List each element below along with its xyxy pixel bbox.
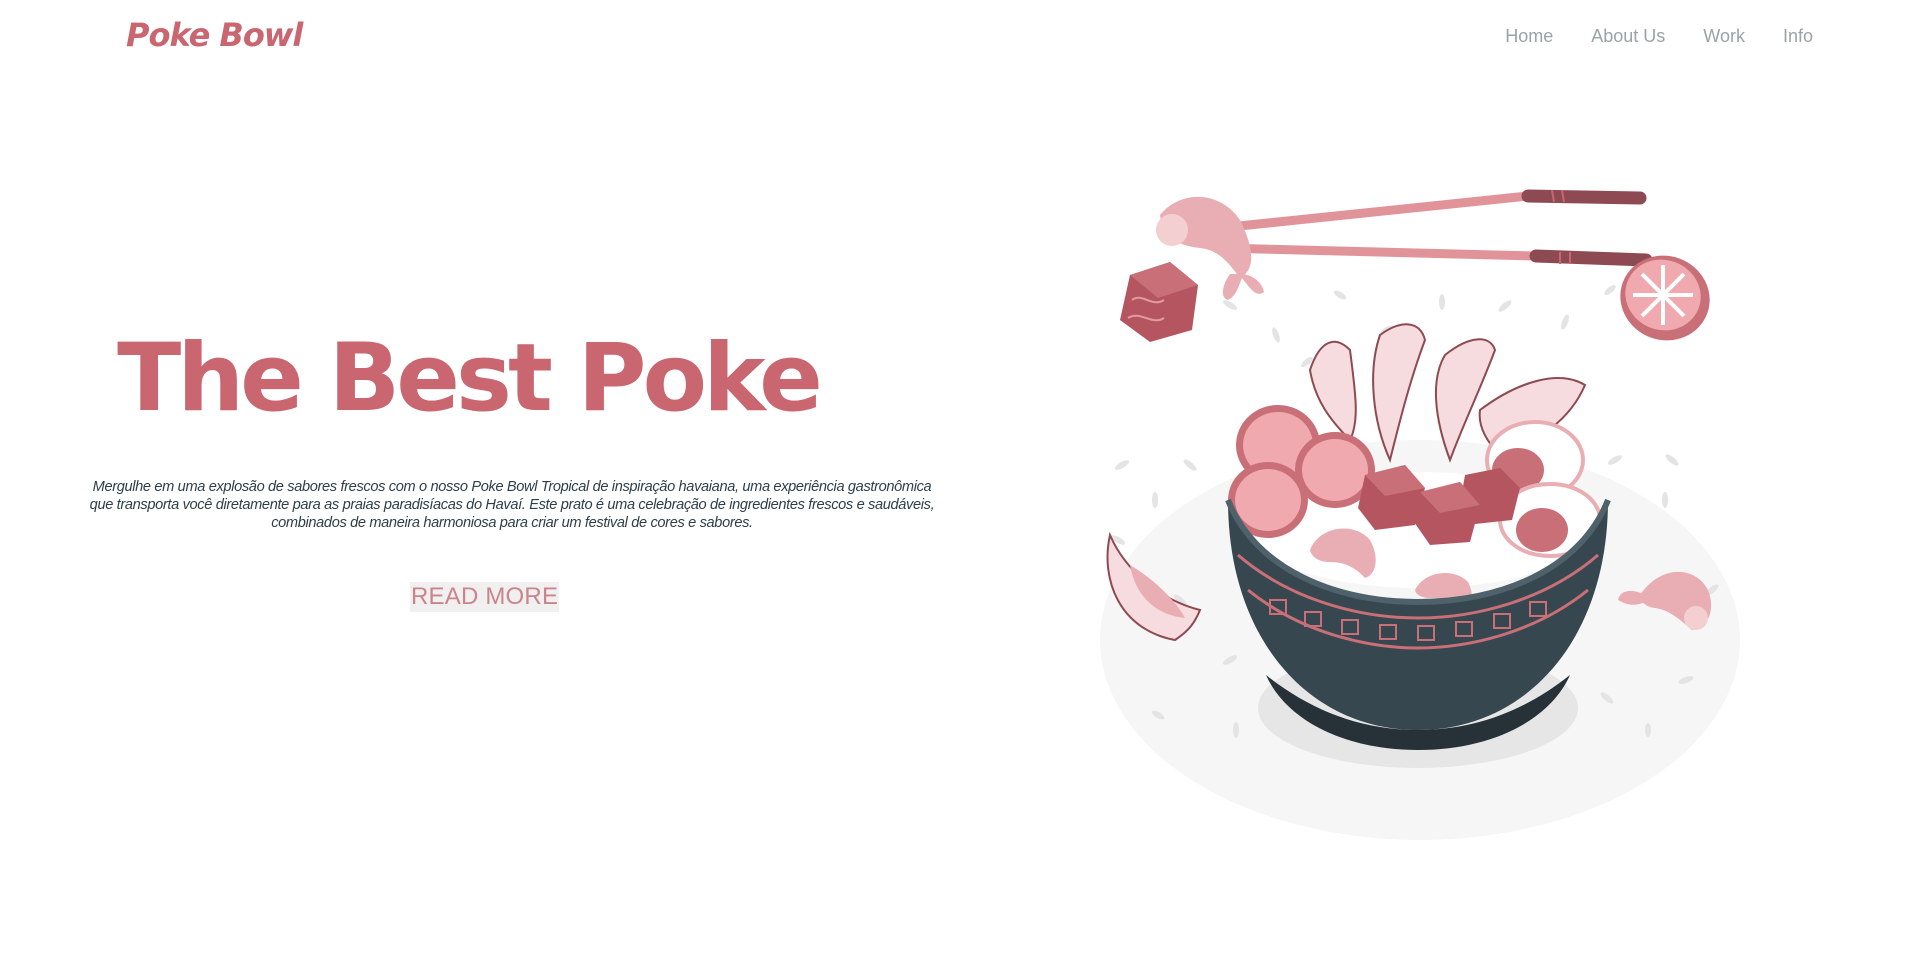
nav-info-link[interactable]: Info [1783,26,1813,47]
read-more-button[interactable]: READ MORE [410,582,560,612]
main-nav: Home About Us Work Info [1505,26,1813,47]
chopsticks [1215,189,1653,267]
nav-home-link[interactable]: Home [1505,26,1553,47]
hero-title: The Best Poke [117,324,823,433]
poke-bowl-illustration [1080,170,1760,850]
nav-work-link[interactable]: Work [1703,26,1745,47]
hero-description: Mergulhe em uma explosão de sabores fres… [89,479,935,531]
brand-logo[interactable]: Poke Bowl [126,16,303,54]
poke-bowl-illustration-svg [1100,189,1740,840]
tuna-cube-left [1120,262,1198,342]
nav-about-us-link[interactable]: About Us [1591,26,1665,47]
